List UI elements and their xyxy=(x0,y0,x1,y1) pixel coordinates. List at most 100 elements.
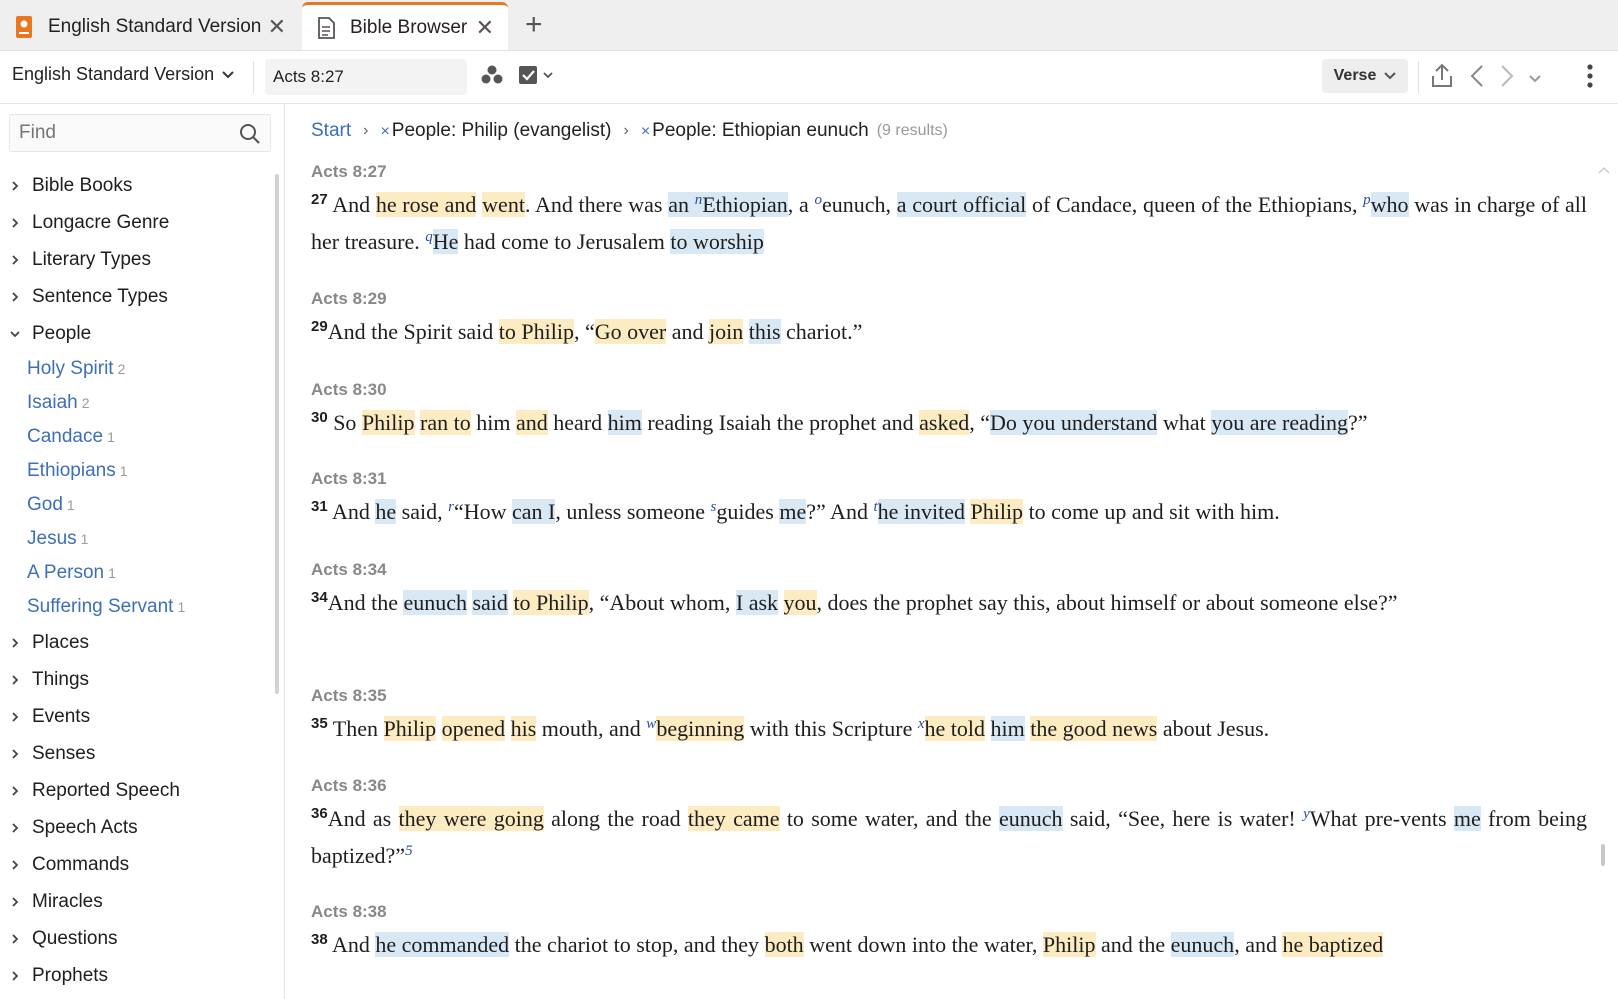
search-icon[interactable] xyxy=(239,123,261,150)
verse-reference[interactable]: Acts 8:29 xyxy=(311,289,1587,313)
tree-label: Sentence Types xyxy=(32,285,168,307)
person-name: Isaiah xyxy=(27,392,78,413)
find-input[interactable] xyxy=(10,115,241,151)
person-name: Jesus xyxy=(27,528,77,549)
view-mode-label: Verse xyxy=(1333,67,1377,84)
tree-item-sentence-types[interactable]: Sentence Types xyxy=(0,278,276,315)
tree-item-bible-books[interactable]: Bible Books xyxy=(0,167,276,204)
chevron-right-icon xyxy=(12,970,19,981)
tree-item-speech-acts[interactable]: Speech Acts xyxy=(0,809,276,846)
breadcrumb-filter-eunuch[interactable]: × People: Ethiopian eunuch xyxy=(641,120,869,142)
person-name: Suffering Servant xyxy=(27,596,174,617)
verse-result: Acts 8:36 36And as they were going along… xyxy=(311,776,1587,874)
verse-reference[interactable]: Acts 8:36 xyxy=(311,776,1587,800)
tree-label: Commands xyxy=(32,853,130,875)
verse-reference[interactable]: Acts 8:27 xyxy=(311,162,1587,186)
verse-results: Start › × People: Philip (evangelist) › ×… xyxy=(285,104,1618,999)
tree-label: Speech Acts xyxy=(32,816,138,838)
tree-item-miracles[interactable]: Miracles xyxy=(0,883,276,920)
filter-label: People: Ethiopian eunuch xyxy=(652,120,869,141)
version-label: English Standard Version xyxy=(12,64,215,84)
filter-label: People: Philip (evangelist) xyxy=(391,120,612,141)
tree-item-places[interactable]: Places xyxy=(0,624,276,661)
person-name: Ethiopians xyxy=(27,460,116,481)
verse-number: 38 xyxy=(311,931,328,948)
divider xyxy=(1418,61,1419,93)
person-count: 2 xyxy=(117,361,126,377)
close-icon[interactable]: ✕ xyxy=(476,15,494,41)
tree-item-literary-types[interactable]: Literary Types xyxy=(0,241,276,278)
chevron-right-icon: › xyxy=(623,122,629,139)
verse-number: 27 xyxy=(311,191,328,208)
forward-icon[interactable] xyxy=(1500,64,1514,93)
verse-result: Acts 8:27 27 And he rose and went. And t… xyxy=(311,162,1587,260)
person-count: 2 xyxy=(81,395,90,411)
verse-reference[interactable]: Acts 8:35 xyxy=(311,686,1587,710)
tree-item-things[interactable]: Things xyxy=(0,661,276,698)
remove-filter-icon[interactable]: × xyxy=(380,123,389,140)
people-icon[interactable] xyxy=(481,65,503,90)
tree-item-events[interactable]: Events xyxy=(0,698,276,735)
content-scrollbar[interactable] xyxy=(1601,844,1605,866)
tree-label: People xyxy=(32,322,92,344)
chevron-right-icon xyxy=(12,711,19,722)
verse-number: 36 xyxy=(311,805,328,822)
people-item[interactable]: Ethiopians 1 xyxy=(0,454,276,488)
breadcrumb-filter-philip[interactable]: × People: Philip (evangelist) xyxy=(380,120,611,142)
chevron-right-icon xyxy=(12,637,19,648)
chevron-down-icon xyxy=(10,330,20,337)
verse-result: Acts 8:35 35 Then Philip opened his mout… xyxy=(311,686,1587,747)
reference-input[interactable] xyxy=(265,59,467,95)
verse-text: 31 And he said, r“How can I, unless some… xyxy=(311,498,1280,524)
chevron-right-icon xyxy=(12,785,19,796)
tree-item-questions[interactable]: Questions xyxy=(0,920,276,957)
verse-text: 30 So Philip ran to him and heard him re… xyxy=(311,409,1368,435)
verse-reference[interactable]: Acts 8:31 xyxy=(311,469,1587,493)
tree-label: Events xyxy=(32,705,91,727)
tree-item-longacre-genre[interactable]: Longacre Genre xyxy=(0,204,276,241)
close-icon[interactable]: ✕ xyxy=(268,14,286,40)
remove-filter-icon[interactable]: × xyxy=(641,123,650,140)
tree-item-prophets[interactable]: Prophets xyxy=(0,957,276,994)
people-item[interactable]: Jesus 1 xyxy=(0,522,276,556)
tab-label: Bible Browser xyxy=(350,16,468,38)
people-item[interactable]: Candace 1 xyxy=(0,420,276,454)
chevron-down-icon xyxy=(222,70,234,78)
verse-text: 38 And he commanded the chariot to stop,… xyxy=(311,931,1384,957)
person-name: Candace xyxy=(27,426,104,447)
chevron-down-icon[interactable] xyxy=(1528,71,1542,89)
tree-label: Literary Types xyxy=(32,248,151,270)
people-item[interactable]: Isaiah 2 xyxy=(0,386,276,420)
result-count: (9 results) xyxy=(876,122,948,139)
version-selector[interactable]: English Standard Version xyxy=(12,64,234,85)
tree-item-reported-speech[interactable]: Reported Speech xyxy=(0,772,276,809)
scroll-up-icon[interactable] xyxy=(1598,166,1610,174)
person-count: 1 xyxy=(108,565,116,581)
new-tab-icon[interactable]: + xyxy=(525,8,543,42)
tree-item-people[interactable]: People xyxy=(0,315,276,352)
people-item[interactable]: A Person 1 xyxy=(0,556,276,590)
people-item[interactable]: God 1 xyxy=(0,488,276,522)
share-icon[interactable] xyxy=(1430,63,1454,94)
checklist-icon[interactable] xyxy=(518,65,558,92)
people-item[interactable]: Suffering Servant 1 xyxy=(0,590,276,624)
person-name: A Person xyxy=(27,562,105,583)
people-item[interactable]: Holy Spirit 2 xyxy=(0,352,276,386)
tab-english-standard-version[interactable]: English Standard Version ✕ xyxy=(0,4,300,50)
document-icon xyxy=(316,16,336,40)
breadcrumb-start[interactable]: Start xyxy=(311,120,351,142)
view-mode-dropdown[interactable]: Verse xyxy=(1322,59,1408,93)
more-menu-icon[interactable] xyxy=(1587,63,1593,94)
verse-reference[interactable]: Acts 8:34 xyxy=(311,560,1587,584)
tree-item-commands[interactable]: Commands xyxy=(0,846,276,883)
verse-reference[interactable]: Acts 8:30 xyxy=(311,380,1587,404)
chevron-down-icon xyxy=(1384,72,1397,80)
sidebar-scrollbar[interactable] xyxy=(275,174,279,694)
chevron-right-icon xyxy=(12,748,19,759)
verse-reference[interactable]: Acts 8:38 xyxy=(311,902,1587,926)
tree-label: Longacre Genre xyxy=(32,211,170,233)
tree-item-senses[interactable]: Senses xyxy=(0,735,276,772)
tab-bible-browser[interactable]: Bible Browser ✕ xyxy=(302,2,508,50)
back-icon[interactable] xyxy=(1470,64,1484,93)
toolbar: English Standard Version Verse xyxy=(0,51,1618,104)
